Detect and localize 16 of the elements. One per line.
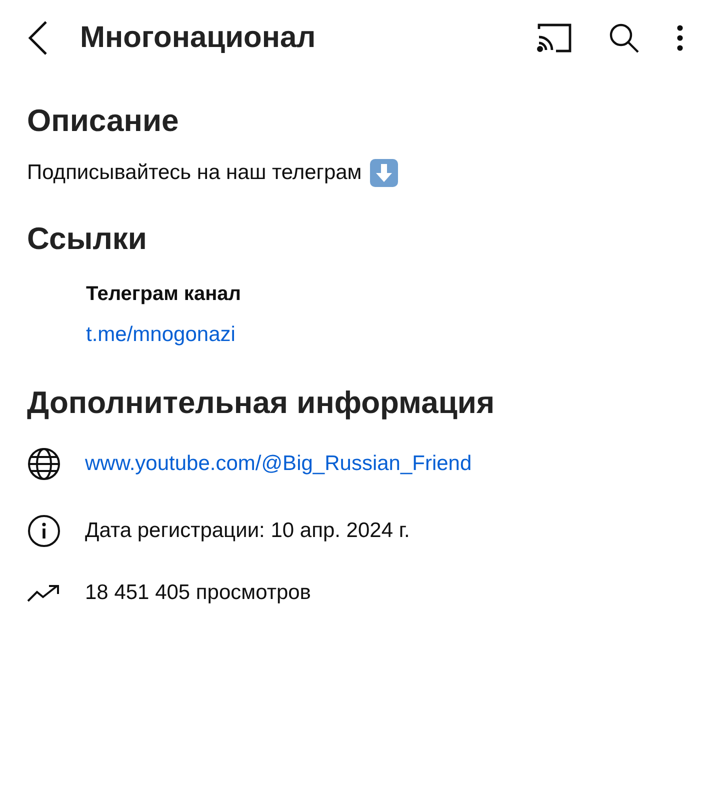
info-text: 18 451 405 просмотров: [85, 581, 311, 605]
section-heading: Описание: [27, 103, 180, 139]
info-text: Дата регистрации: 10 апр. 2024 г.: [85, 519, 410, 543]
trending-up-icon: [27, 583, 61, 603]
website-link[interactable]: www.youtube.com/@Big_Russian_Friend: [85, 452, 472, 476]
channel-title: Многонационал: [80, 21, 317, 55]
description-text: Подписывайтесь на наш телеграм: [27, 161, 362, 185]
section-heading: Ссылки: [27, 221, 148, 257]
more-button[interactable]: [676, 24, 684, 52]
info-icon: [27, 514, 61, 548]
link-title: Телеграм канал: [86, 283, 242, 306]
section-heading: Дополнительная информация: [27, 385, 496, 421]
globe-icon: [27, 447, 61, 481]
link[interactable]: t.me/mnogonazi: [86, 323, 236, 347]
cast-button[interactable]: [536, 23, 572, 53]
search-button[interactable]: [608, 22, 640, 54]
